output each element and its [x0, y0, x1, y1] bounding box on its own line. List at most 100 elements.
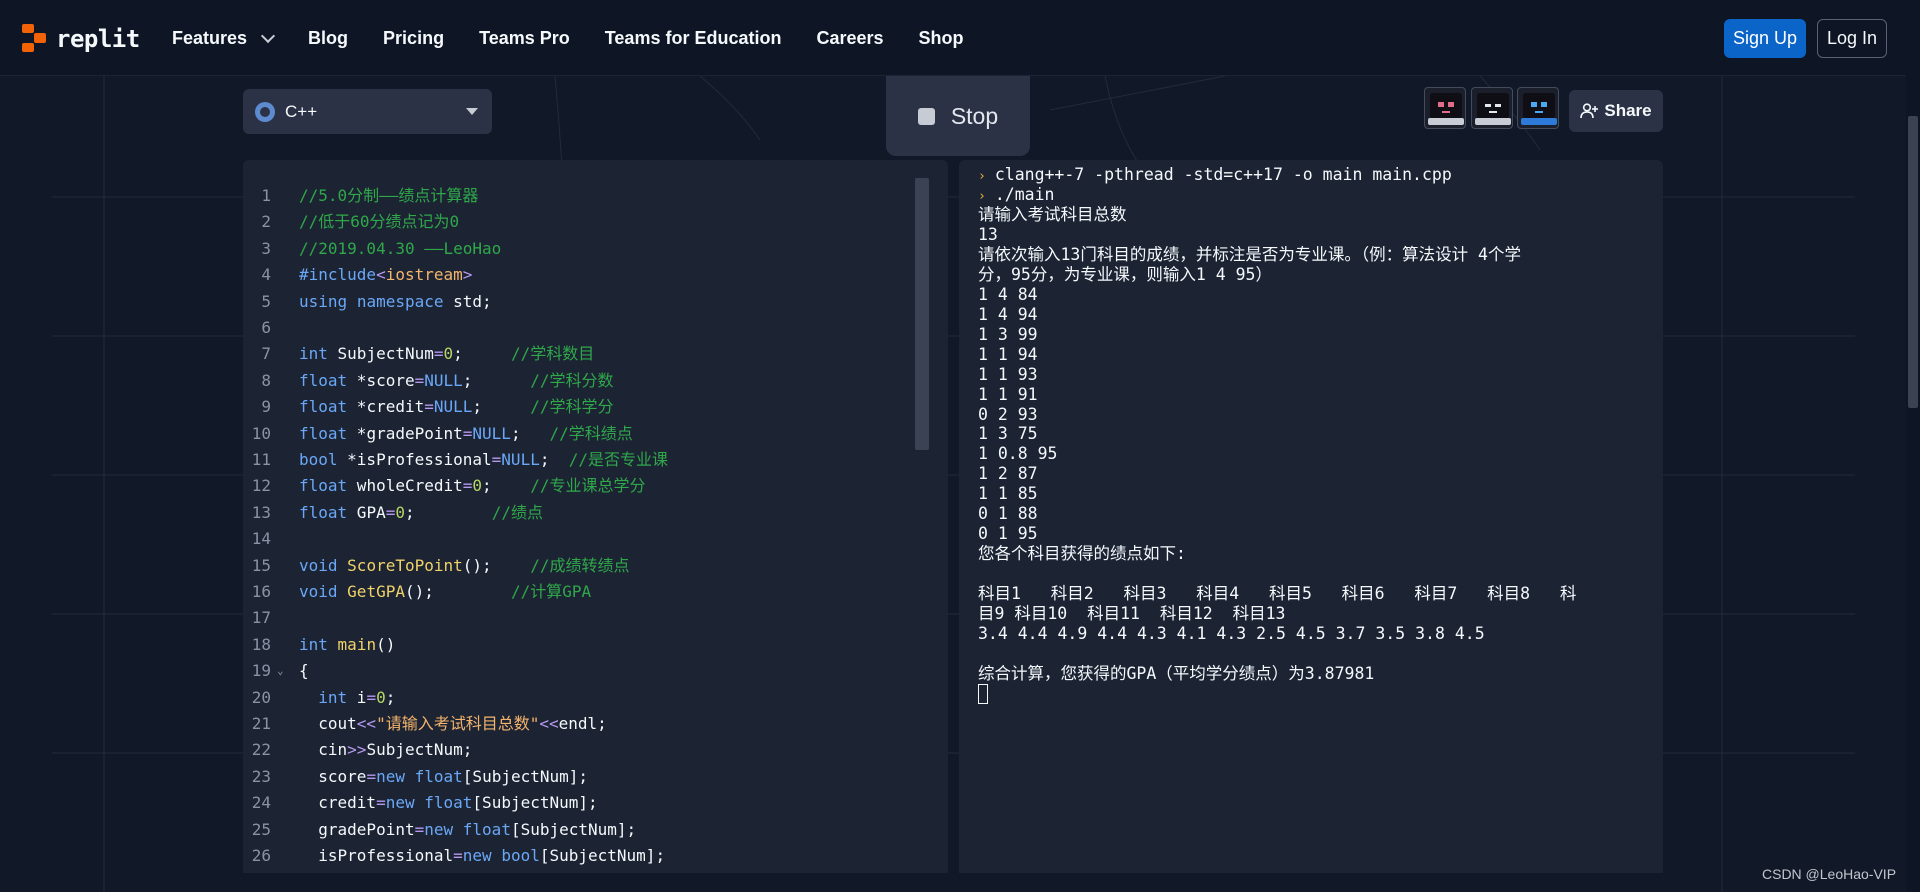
line-number: 23 [251, 766, 271, 786]
line-number: 1 [261, 186, 271, 205]
code-text: int main() [299, 634, 396, 654]
code-line[interactable]: 25 gradePoint=new float[SubjectNum]; [243, 817, 948, 843]
code-line[interactable]: 14 [243, 526, 948, 552]
code-text: gradePoint=new float[SubjectNum]; [299, 819, 637, 839]
code-line[interactable]: 2 //低于60分绩点记为0 [243, 209, 948, 235]
code-line[interactable]: 23 score=new float[SubjectNum]; [243, 764, 948, 790]
code-line[interactable]: 3 //2019.04.30 ——LeoHao [243, 236, 948, 262]
code-text: float GPA=0; //绩点 [299, 502, 543, 522]
console-command-text: ./main [994, 185, 1055, 204]
sign-up-button[interactable]: Sign Up [1724, 19, 1806, 58]
line-number: 11 [251, 450, 271, 469]
code-editor[interactable]: 1 //5.0分制——绩点计算器 2 //低于60分绩点记为0 3 //2019.04.3… [243, 160, 948, 873]
line-number: 8 [261, 370, 271, 390]
nav-shop[interactable]: Shop [919, 28, 964, 49]
console-command: › clang++-7 -pthread -std=c++17 -o main m… [978, 165, 1452, 187]
line-number: 14 [251, 529, 271, 549]
console-output-line: 综合计算，您获得的GPA（平均学分绩点）为3.87981 [978, 663, 1375, 683]
console-output-line: 0 2 93 [978, 404, 1038, 424]
nav-blog[interactable]: Blog [308, 28, 348, 49]
code-line[interactable]: 9 float *credit=NULL; //学科学分 [243, 394, 948, 420]
cpp-language-icon [255, 101, 275, 122]
code-line[interactable]: 16 void GetGPA(); //计算GPA [243, 579, 948, 605]
caret-down-icon [466, 108, 478, 115]
console-output-line: 1 1 91 [978, 384, 1038, 404]
nav-teams-pro[interactable]: Teams Pro [479, 28, 570, 49]
console-output-line: 1 4 94 [978, 304, 1038, 324]
avatar[interactable] [1424, 87, 1466, 129]
code-line[interactable]: 13 float GPA=0; //绩点 [243, 500, 948, 526]
line-number: 20 [251, 687, 271, 707]
console-output-line: 0 1 95 [978, 524, 1038, 544]
code-text: cin>>SubjectNum; [299, 740, 473, 760]
prompt-chevron-icon: › [978, 189, 986, 204]
line-number: 5 [261, 291, 271, 311]
nav-pricing[interactable]: Pricing [383, 28, 444, 49]
line-number: 19 [251, 661, 271, 681]
line-number: 4 [261, 265, 271, 285]
code-line[interactable]: 18 int main() [243, 632, 948, 658]
code-line[interactable]: 5 using namespace std; [243, 289, 948, 315]
top-nav: replit Features Blog Pricing Teams Pro T… [0, 0, 1920, 76]
code-line[interactable]: 4 #include<iostream> [243, 262, 948, 288]
avatar[interactable] [1517, 87, 1559, 129]
code-text: float wholeCredit=0; //专业课总学分 [299, 476, 646, 496]
console-output-line: 1 3 99 [978, 324, 1038, 344]
line-number: 24 [251, 793, 271, 813]
code-text: int i=0; [318, 687, 396, 707]
code-line[interactable]: 1 //5.0分制——绩点计算器 [243, 183, 948, 209]
console-output-line: 13 [978, 224, 998, 244]
code-line[interactable]: 21 cout<<"请输入考试科目总数"<<endl; [243, 711, 948, 737]
share-button[interactable]: Share [1569, 90, 1663, 132]
code-line[interactable]: 24 credit=new float[SubjectNum]; [243, 790, 948, 816]
console-output-line: 科目1 科目2 科目3 科目4 科目5 科目6 科目7 科目8 科 [978, 584, 1577, 604]
logo-text: replit [56, 25, 140, 53]
code-line[interactable]: 10 float *gradePoint=NULL; //学科绩点 [243, 421, 948, 447]
share-label: Share [1604, 101, 1652, 120]
console-panel[interactable]: › clang++-7 -pthread -std=c++17 -o main m… [959, 160, 1663, 873]
code-line[interactable]: 22 cin>>SubjectNum; [243, 737, 948, 763]
code-line[interactable]: 19 ⌄ { [243, 658, 948, 684]
line-number: 25 [251, 819, 271, 839]
console-output-line: 请依次输入13门科目的成绩，并标注是否为专业课。（例：算法设计 4个学 [978, 244, 1521, 264]
code-line[interactable]: 11 bool *isProfessional=NULL; //是否专业课 [243, 447, 948, 473]
code-line[interactable]: 6 [243, 315, 948, 341]
replit-page: replit Features Blog Pricing Teams Pro T… [0, 0, 1920, 892]
avatar[interactable] [1471, 87, 1513, 129]
log-in-button[interactable]: Log In [1817, 19, 1887, 58]
console-output-line: 1 2 87 [978, 464, 1038, 484]
code-line[interactable]: 7 int SubjectNum=0; //学科数目 [243, 341, 948, 367]
editor-scrollbar[interactable] [915, 178, 929, 450]
prompt-chevron-icon: › [978, 169, 986, 184]
replit-logo[interactable]: replit [22, 24, 140, 54]
stop-label: Stop [950, 102, 999, 129]
line-number: 10 [251, 423, 271, 443]
language-selector[interactable]: C++ [243, 89, 492, 134]
code-line[interactable]: 8 float *score=NULL; //学科分数 [243, 368, 948, 394]
fold-chevron-icon[interactable]: ⌄ [277, 658, 284, 684]
language-label: C++ [285, 101, 318, 121]
code-line[interactable]: 20 int i=0; [243, 685, 948, 711]
code-text: using namespace std; [299, 291, 492, 311]
console-command-text: clang++-7 -pthread -std=c++17 -o main ma… [994, 165, 1452, 184]
nav-teams-education[interactable]: Teams for Education [605, 28, 782, 49]
console-output-line: 3.4 4.4 4.9 4.4 4.3 4.1 4.3 2.5 4.5 3.7 … [978, 623, 1485, 643]
line-number: 15 [251, 555, 271, 575]
line-number: 6 [261, 318, 271, 337]
code-line[interactable]: 15 void ScoreToPoint(); //成绩转绩点 [243, 553, 948, 579]
nav-features[interactable]: Features [172, 28, 276, 49]
code-line[interactable]: 12 float wholeCredit=0; //专业课总学分 [243, 473, 948, 499]
stop-button[interactable]: Stop [886, 76, 1030, 156]
code-text: float *credit=NULL; //学科学分 [299, 397, 614, 417]
line-number: 18 [251, 634, 271, 654]
code-line[interactable]: 17 [243, 605, 948, 631]
console-output-line: 目9 科目10 科目11 科目12 科目13 [978, 604, 1286, 623]
code-text: cout<<"请输入考试科目总数"<<endl; [299, 714, 607, 733]
code-line[interactable]: 26 isProfessional=new bool[SubjectNum]; [243, 843, 948, 869]
nav-careers[interactable]: Careers [816, 28, 883, 49]
line-number: 16 [251, 582, 271, 601]
code-text: int SubjectNum=0; //学科数目 [299, 344, 595, 364]
console-command: › ./main [978, 185, 1054, 207]
line-number: 2 [261, 212, 271, 232]
page-scrollbar-thumb[interactable] [1908, 116, 1918, 408]
